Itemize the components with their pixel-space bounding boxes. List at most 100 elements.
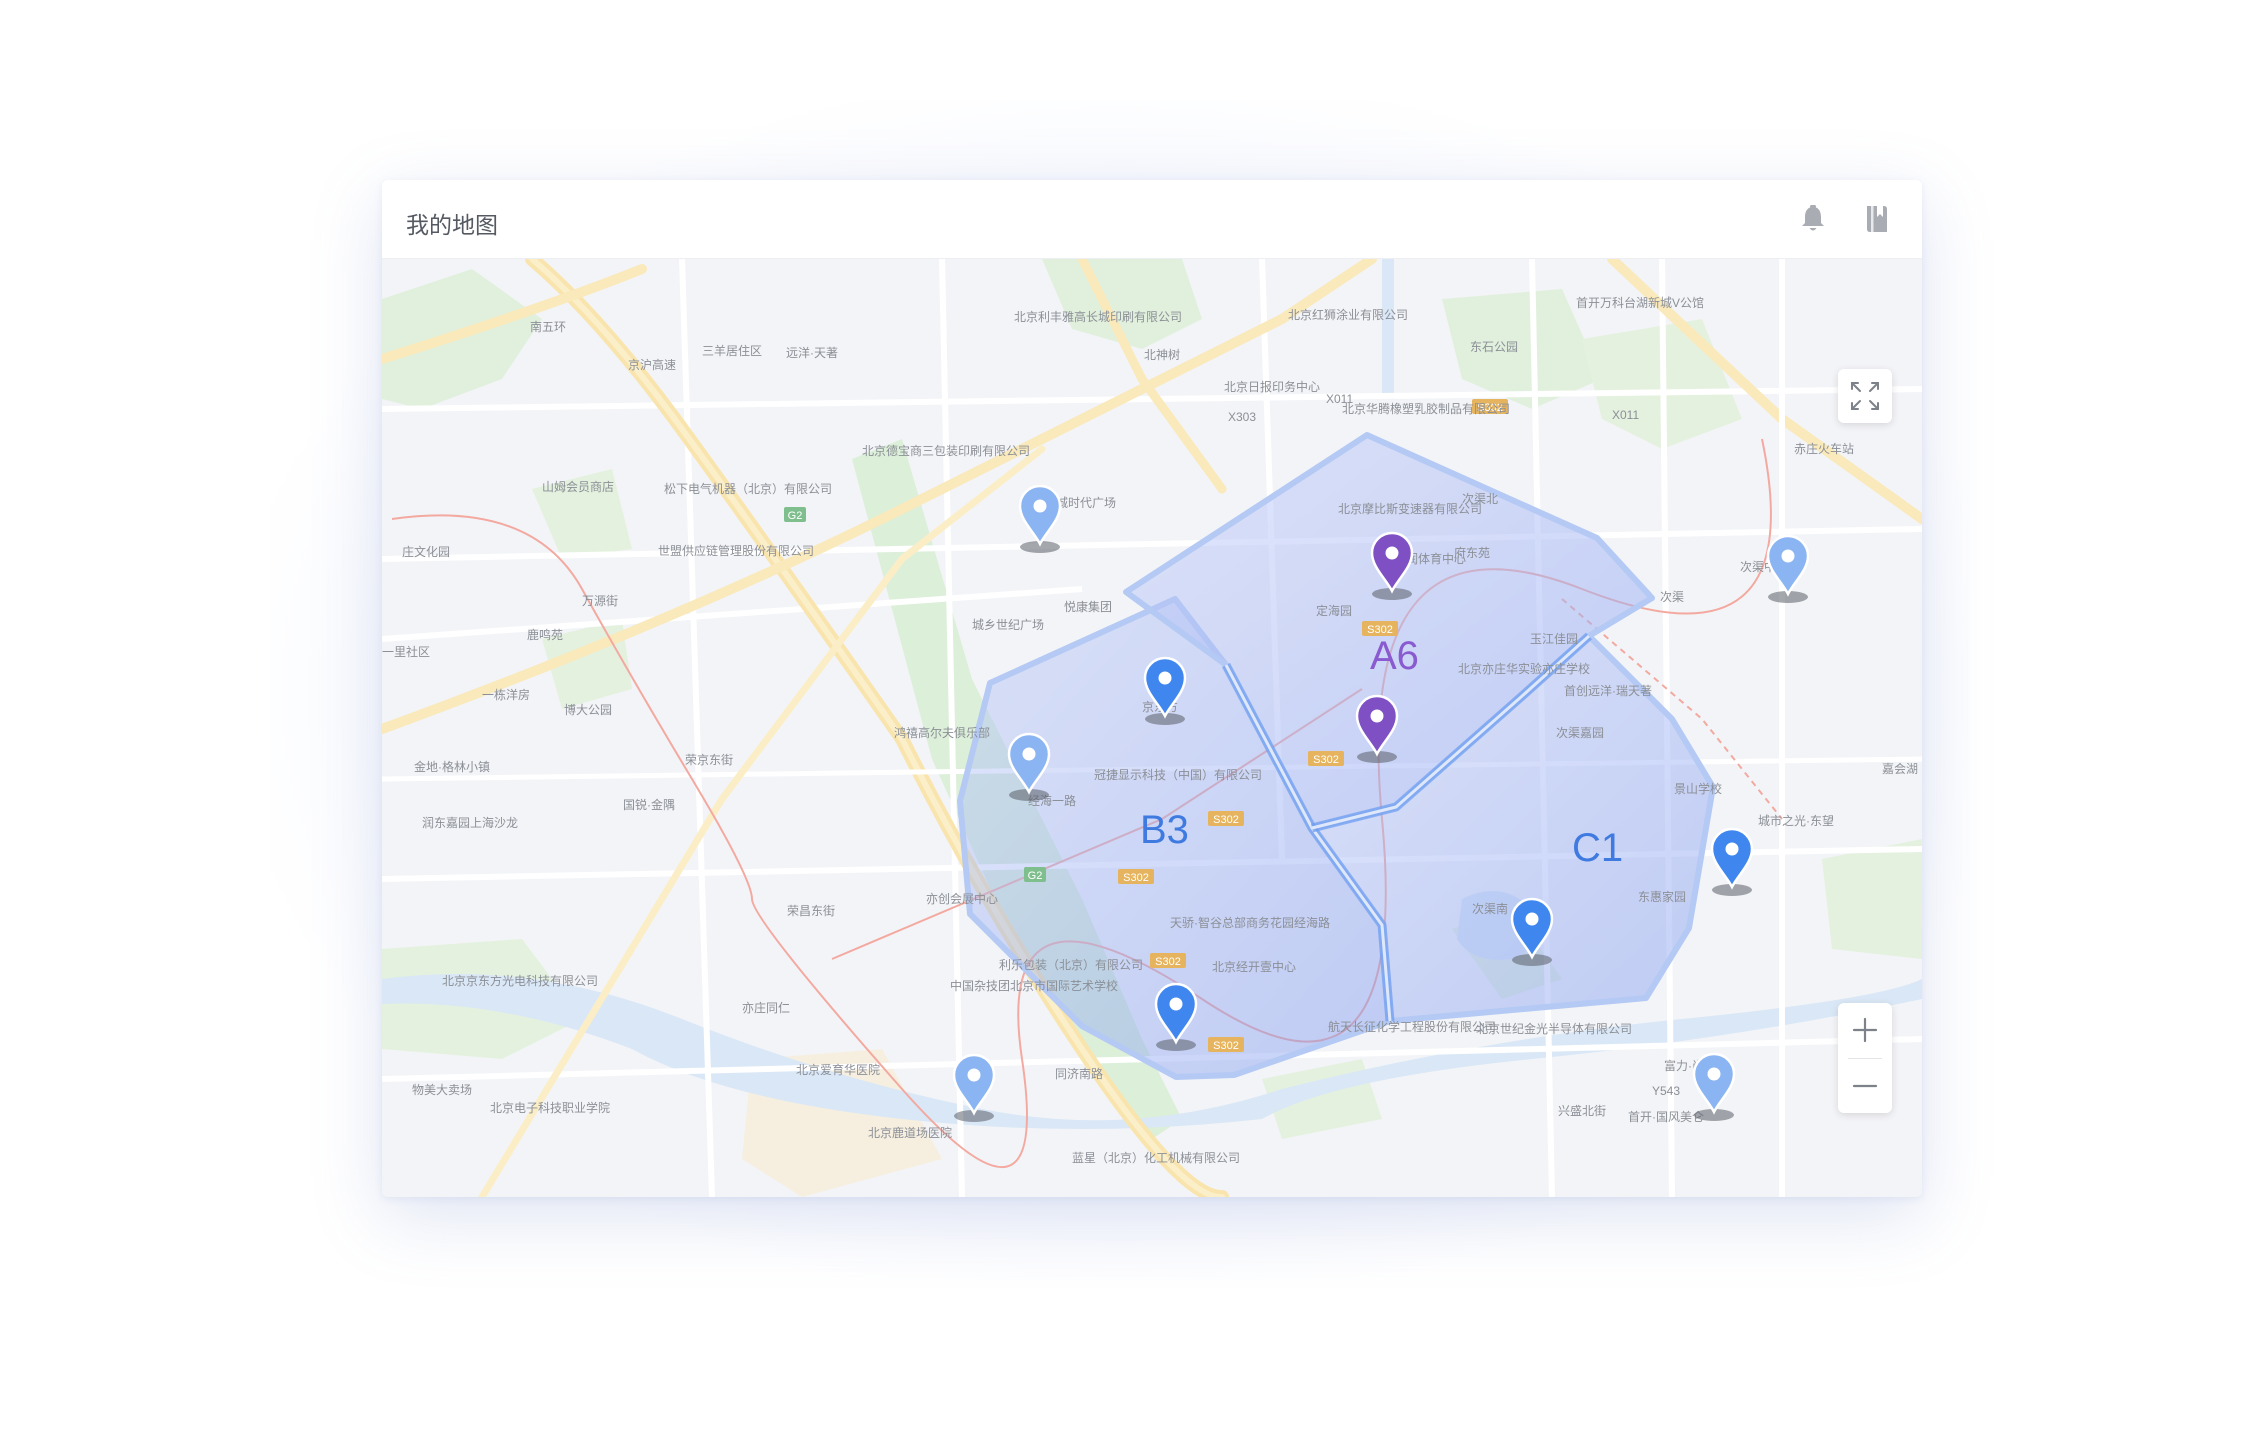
svg-text:S302: S302 xyxy=(1213,1040,1239,1052)
place-label: 润东嘉园上海沙龙 xyxy=(422,815,518,830)
place-label: 蓝星（北京）化工机械有限公司 xyxy=(1072,1150,1240,1165)
place-label: 定海园 xyxy=(1316,603,1352,618)
place-label: 悦康集团 xyxy=(1064,599,1112,614)
zone-label-a6: A6 xyxy=(1370,634,1419,678)
place-label: 北京日报印务中心 xyxy=(1224,379,1320,394)
bell-icon[interactable] xyxy=(1796,202,1830,236)
place-label: 首创远洋·瑞天著 xyxy=(1564,683,1652,698)
svg-text:S302: S302 xyxy=(1155,956,1181,968)
svg-text:G2: G2 xyxy=(788,510,803,522)
place-label: 同济南路 xyxy=(1055,1066,1103,1081)
place-label: 北神树 xyxy=(1144,347,1180,362)
road-badge: G2 xyxy=(784,507,806,522)
map-pin-icon[interactable] xyxy=(1692,1052,1736,1121)
place-label: 利乐包装（北京）有限公司 xyxy=(999,958,1143,972)
zoom-control xyxy=(1838,1003,1892,1113)
place-label: 远洋·天著 xyxy=(786,345,838,360)
svg-text:G2: G2 xyxy=(1028,870,1043,882)
place-label: 北京摩比斯变速器有限公司 xyxy=(1338,501,1482,516)
svg-text:S302: S302 xyxy=(1313,754,1339,766)
place-label: 赤庄火车站 xyxy=(1794,441,1854,456)
place-label: 三羊居住区 xyxy=(702,343,762,358)
place-label: 首开万科台湖新城V公馆 xyxy=(1576,295,1704,310)
place-label: 中国杂技团北京市国际艺术学校 xyxy=(950,978,1118,993)
place-label: 鹿鸣苑 xyxy=(527,627,563,642)
place-label: 北京红狮涂业有限公司 xyxy=(1288,307,1408,322)
place-label: X303 xyxy=(1228,410,1256,424)
road-badge: S302 xyxy=(1308,751,1344,766)
map-pin-icon[interactable] xyxy=(1007,732,1051,801)
road-badge: G2 xyxy=(1024,867,1046,882)
place-label: 东石公园 xyxy=(1470,340,1518,354)
place-label: 庄文化园 xyxy=(402,544,450,559)
place-label: 一栋洋房 xyxy=(482,687,530,702)
road-badge: S302 xyxy=(1208,1037,1244,1052)
map-pin-icon[interactable] xyxy=(1143,656,1187,725)
place-label: 北京利丰雅高长城印刷有限公司 xyxy=(1014,309,1182,324)
place-label: 次渠嘉园 xyxy=(1556,726,1604,740)
place-label: 万源街 xyxy=(582,594,618,608)
place-label: 金地·格林小镇 xyxy=(414,759,490,774)
map-pin-icon[interactable] xyxy=(1710,827,1754,896)
place-label: 北京世纪金光半导体有限公司 xyxy=(1476,1021,1632,1036)
place-label: 嘉会湖 xyxy=(1882,761,1918,776)
place-label: 经海路 xyxy=(1294,915,1330,930)
title-bar: 我的地图 xyxy=(382,180,1922,259)
map-pin-icon[interactable] xyxy=(1766,534,1810,603)
place-label: Y543 xyxy=(1652,1084,1680,1098)
place-label: 鸿禧高尔夫俱乐部 xyxy=(894,725,990,740)
place-label: 博大公园 xyxy=(564,702,612,717)
map-pin-icon[interactable] xyxy=(1154,982,1198,1051)
map-pin-icon[interactable] xyxy=(952,1053,996,1122)
map-pin-icon[interactable] xyxy=(1510,897,1554,966)
place-label: 城乡世纪广场 xyxy=(972,618,1044,632)
book-icon[interactable] xyxy=(1860,202,1894,236)
place-label: 玉江佳园 xyxy=(1530,632,1578,646)
road-badge: S302 xyxy=(1118,869,1154,884)
place-label: 物美大卖场 xyxy=(412,1083,472,1097)
place-label: 东惠家园 xyxy=(1638,889,1686,904)
place-label: 城市之光·东望 xyxy=(1758,813,1834,828)
place-label: 次渠北 xyxy=(1462,492,1498,506)
place-label: 亦庄同仁 xyxy=(742,1000,790,1015)
place-label: 北京鹿道场医院 xyxy=(868,1125,952,1140)
map-view[interactable]: G2 G2 S302 S302 S302 S302 S302 S302 S302 南五环 京沪高速… xyxy=(382,259,1922,1197)
road-badge: S302 xyxy=(1208,811,1244,826)
place-label: 山姆会员商店 xyxy=(542,479,614,494)
road-badge: S302 xyxy=(1150,953,1186,968)
svg-text:S302: S302 xyxy=(1123,872,1149,884)
place-label: 次渠 xyxy=(1660,590,1684,604)
place-label: 一里社区 xyxy=(382,644,430,659)
svg-text:S302: S302 xyxy=(1213,814,1239,826)
place-label: 荣昌东街 xyxy=(787,904,835,918)
place-label: 北京京东方光电科技有限公司 xyxy=(442,973,598,988)
fullscreen-icon xyxy=(1851,382,1879,410)
place-label: 天骄·智谷总部商务花园 xyxy=(1170,915,1294,930)
window-title: 我的地图 xyxy=(406,212,498,238)
place-label: 松下电气机器（北京）有限公司 xyxy=(664,481,832,496)
place-label: 北京经开壹中心 xyxy=(1212,959,1296,974)
map-window: 我的地图 G2 G2 S302 S302 S302 S302 S302 S302… xyxy=(382,180,1922,1197)
map-pin-icon[interactable] xyxy=(1370,531,1414,600)
place-label: 景山学校 xyxy=(1674,781,1722,796)
place-label: 京沪高速 xyxy=(628,357,676,372)
zone-label-c1: C1 xyxy=(1572,826,1623,870)
place-label: 首开·国风美仑 xyxy=(1628,1110,1704,1124)
place-label: 北京华腾橡塑乳胶制品有限公司 xyxy=(1342,401,1510,416)
zone-label-b3: B3 xyxy=(1140,808,1189,852)
map-pin-icon[interactable] xyxy=(1355,694,1399,763)
fullscreen-button[interactable] xyxy=(1838,369,1892,423)
place-label: 次渠南 xyxy=(1472,901,1508,916)
minus-icon[interactable] xyxy=(1838,1059,1892,1113)
place-label: 亦创会展中心 xyxy=(926,891,998,906)
plus-icon[interactable] xyxy=(1838,1003,1892,1057)
place-label: 冠捷显示科技（中国）有限公司 xyxy=(1094,767,1262,782)
map-pin-icon[interactable] xyxy=(1018,484,1062,553)
place-label: 荣京东街 xyxy=(685,753,733,767)
place-label: 国锐·金隅 xyxy=(623,797,675,812)
place-label: 北京德宝商三包装印刷有限公司 xyxy=(862,443,1030,458)
place-label: 航天长征化学工程股份有限公司 xyxy=(1328,1019,1496,1034)
place-label: 南五环 xyxy=(530,319,566,334)
map-canvas[interactable]: G2G2S302S302S302S302S302S302S302 南五环京沪高速… xyxy=(382,259,1922,1197)
place-label: 世盟供应链管理股份有限公司 xyxy=(658,543,814,558)
